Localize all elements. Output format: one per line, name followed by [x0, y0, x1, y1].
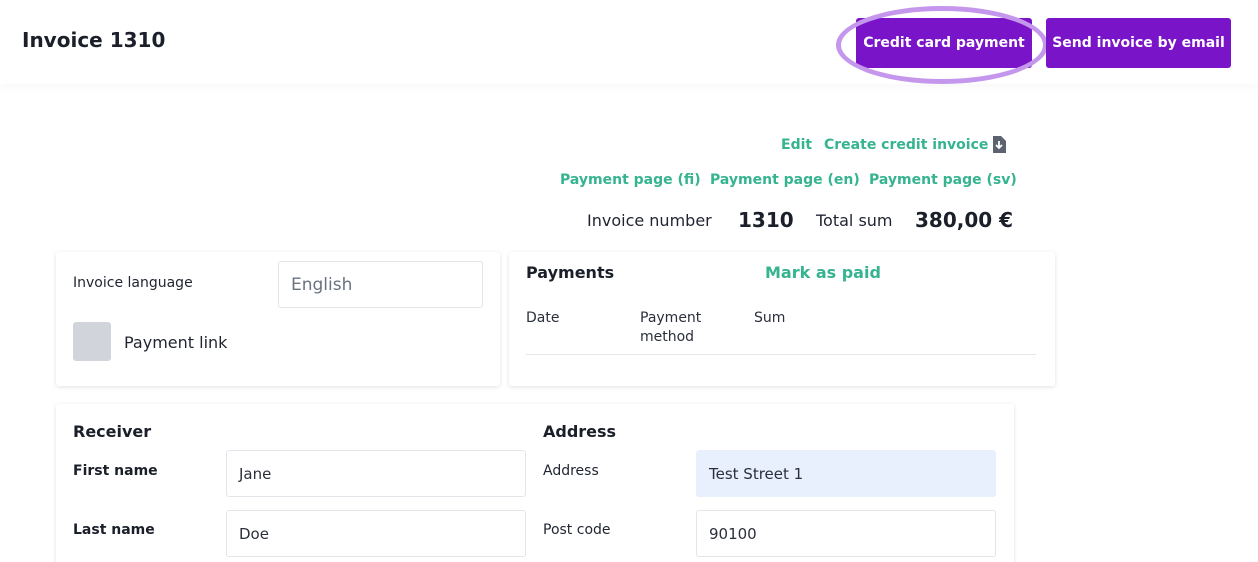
mark-as-paid-link[interactable]: Mark as paid	[765, 263, 881, 282]
invoice-number-value: 1310	[738, 208, 794, 232]
payment-page-sv-link[interactable]: Payment page (sv)	[869, 172, 1017, 188]
invoice-number-label: Invoice number	[587, 211, 712, 230]
total-sum-label: Total sum	[816, 211, 893, 230]
create-credit-invoice-link[interactable]: Create credit invoice	[824, 137, 988, 153]
receiver-heading: Receiver	[73, 422, 152, 441]
payments-divider	[526, 354, 1036, 355]
address-label: Address	[543, 463, 599, 479]
payment-page-en-link[interactable]: Payment page (en)	[710, 172, 860, 188]
first-name-label: First name	[73, 463, 158, 479]
address-heading: Address	[543, 422, 617, 441]
last-name-input[interactable]: Doe	[226, 510, 526, 557]
payment-link-checkbox[interactable]	[73, 322, 111, 361]
last-name-label: Last name	[73, 522, 155, 538]
total-sum-value: 380,00 €	[915, 208, 1014, 232]
first-name-input[interactable]: Jane	[226, 450, 526, 497]
column-header-payment-method: Payment method	[640, 310, 702, 345]
payment-page-fi-link[interactable]: Payment page (fi)	[560, 172, 701, 188]
post-code-label: Post code	[543, 522, 611, 538]
invoice-language-select[interactable]: English	[278, 261, 483, 308]
column-header-date: Date	[526, 310, 560, 326]
post-code-input[interactable]: 90100	[696, 510, 996, 557]
download-document-icon[interactable]	[992, 136, 1006, 153]
page-title: Invoice 1310	[22, 28, 166, 52]
address-input[interactable]: Test Street 1	[696, 450, 996, 497]
column-header-sum: Sum	[754, 310, 786, 326]
credit-card-payment-button[interactable]: Credit card payment	[856, 18, 1032, 68]
payment-link-label: Payment link	[124, 333, 228, 352]
send-invoice-email-button[interactable]: Send invoice by email	[1046, 18, 1231, 68]
invoice-language-label: Invoice language	[73, 275, 193, 291]
payments-heading: Payments	[526, 263, 615, 282]
edit-link[interactable]: Edit	[781, 137, 812, 153]
